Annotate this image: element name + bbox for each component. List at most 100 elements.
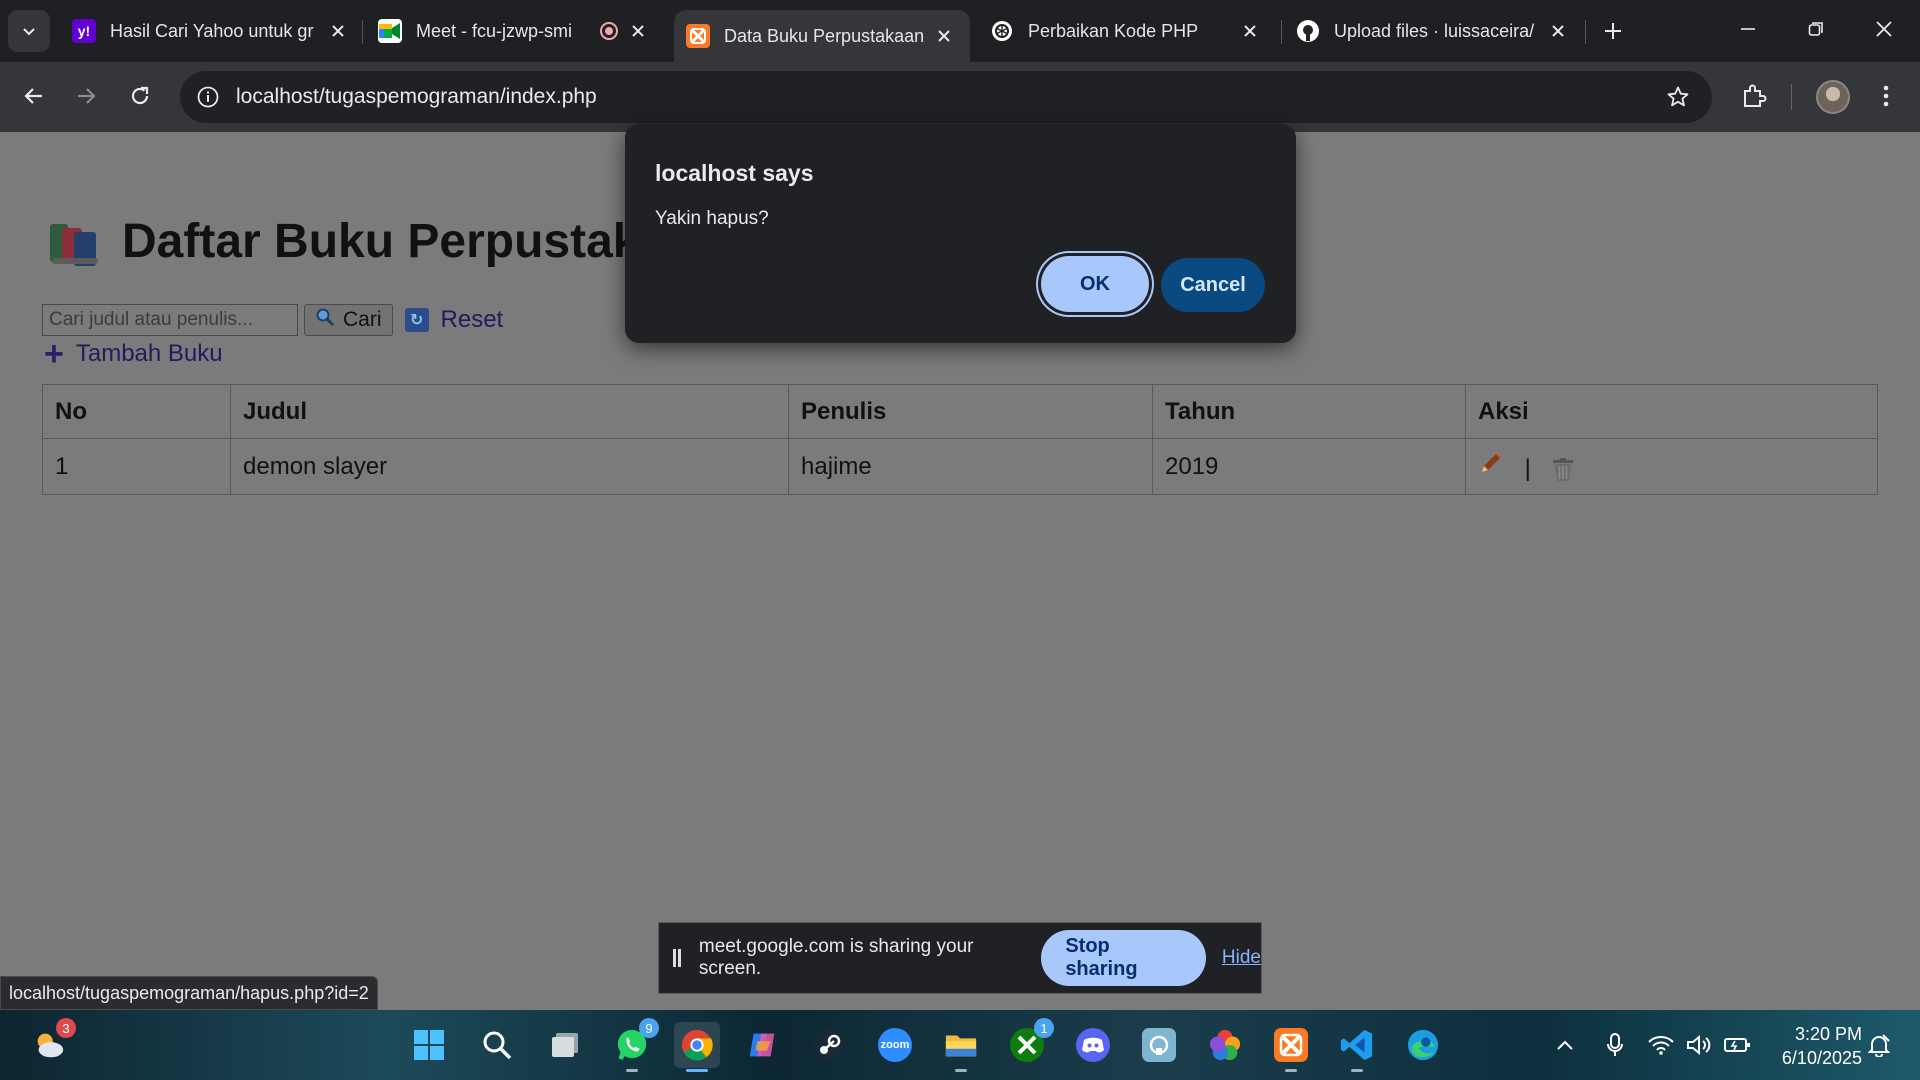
taskbar: 3 9 zoom 1 3:20 PM 6/10/2025 <box>0 1010 1920 1080</box>
battery-tray[interactable] <box>1722 1030 1752 1060</box>
close-tab-icon[interactable] <box>626 19 650 43</box>
xbox-badge: 1 <box>1034 1018 1054 1038</box>
bookmark-star-icon[interactable] <box>1664 83 1692 111</box>
chevron-up-icon <box>1557 1040 1573 1050</box>
site-info-icon[interactable] <box>194 83 222 111</box>
google-meet-icon <box>378 19 402 43</box>
share-message: meet.google.com is sharing your screen. <box>698 936 974 979</box>
chevron-down-icon <box>23 28 35 36</box>
speaker-icon <box>1687 1034 1711 1056</box>
restore-button[interactable] <box>1782 0 1850 58</box>
arrow-left-icon <box>24 88 42 104</box>
xampp-icon <box>1274 1028 1308 1062</box>
add-book-link[interactable]: + Tambah Buku <box>44 337 223 371</box>
table-header-row: No Judul Penulis Tahun Aksi <box>42 384 1878 439</box>
add-book-label: Tambah Buku <box>75 340 223 367</box>
search-button[interactable]: Cari <box>304 304 393 336</box>
tab-title: Hasil Cari Yahoo untuk gr <box>110 20 314 41</box>
tab-title: Meet - fcu-jzwp-smi <box>416 20 573 41</box>
discord-app[interactable] <box>1070 1022 1116 1068</box>
close-tab-icon[interactable] <box>932 24 956 48</box>
tab-title: Perbaikan Kode PHP <box>1028 20 1199 41</box>
chrome-app[interactable] <box>674 1022 720 1072</box>
tab-yahoo[interactable]: y! Hasil Cari Yahoo untuk gr <box>70 10 350 52</box>
microphone-icon <box>1607 1033 1623 1056</box>
zoom-app[interactable]: zoom <box>872 1022 918 1068</box>
search-input[interactable] <box>42 304 298 336</box>
vscode-app[interactable] <box>1334 1022 1380 1072</box>
weather-badge: 3 <box>56 1018 76 1038</box>
cell-judul: demon slayer <box>230 438 789 495</box>
minimize-button[interactable] <box>1714 0 1782 58</box>
wifi-icon <box>1648 1036 1674 1055</box>
bell-icon <box>1867 1034 1891 1057</box>
tab-search-button[interactable] <box>8 10 50 52</box>
extensions-button[interactable] <box>1736 78 1772 114</box>
new-tab-button[interactable] <box>1596 14 1630 48</box>
close-window-button[interactable] <box>1850 0 1918 58</box>
table-row: 1 demon slayer hajime 2019 | <box>42 438 1878 495</box>
discord-icon <box>1076 1028 1110 1062</box>
steam-app[interactable] <box>806 1022 852 1068</box>
photos-app[interactable] <box>1202 1022 1248 1068</box>
page-title-text: Daftar Buku Perpustak <box>122 215 640 268</box>
edge-app[interactable] <box>1400 1022 1446 1068</box>
close-tab-icon[interactable] <box>1238 19 1262 43</box>
wifi-tray[interactable] <box>1646 1030 1676 1060</box>
close-tab-icon[interactable] <box>1546 19 1570 43</box>
start-button[interactable] <box>406 1022 452 1068</box>
ok-button[interactable]: OK <box>1041 256 1149 312</box>
search-button-taskbar[interactable] <box>474 1022 520 1068</box>
copilot-icon <box>746 1028 780 1062</box>
copilot-app[interactable] <box>740 1022 786 1068</box>
clock-time: 3:20 PM <box>1794 1024 1862 1044</box>
hide-link[interactable]: Hide <box>1222 947 1261 969</box>
close-tab-icon[interactable] <box>326 19 350 43</box>
xampp-app[interactable] <box>1268 1022 1314 1072</box>
whatsapp-app[interactable]: 9 <box>609 1018 659 1072</box>
show-hidden-icons-button[interactable] <box>1550 1030 1580 1060</box>
address-bar[interactable]: localhost/tugaspemograman/index.php <box>180 71 1712 123</box>
xampp-icon <box>686 24 710 48</box>
tab-github[interactable]: Upload files · luissaceira/ <box>1296 10 1570 52</box>
browser-toolbar: localhost/tugaspemograman/index.php <box>0 62 1920 132</box>
arrow-right-icon <box>78 88 96 104</box>
tab-perbaikan[interactable]: Perbaikan Kode PHP <box>990 10 1262 52</box>
url-text: localhost/tugaspemograman/index.php <box>236 85 597 108</box>
drag-handle-icon[interactable] <box>673 949 681 967</box>
remote-desktop-app[interactable] <box>1136 1022 1182 1068</box>
dialog-title: localhost says <box>655 160 814 186</box>
system-clock[interactable]: 3:20 PM 6/10/2025 <box>1766 1022 1862 1070</box>
notifications-button[interactable] <box>1864 1030 1894 1060</box>
file-explorer-app[interactable] <box>938 1022 984 1072</box>
back-button[interactable] <box>14 76 54 116</box>
task-view-button[interactable] <box>542 1022 588 1068</box>
profile-avatar[interactable] <box>1816 80 1850 114</box>
reload-button[interactable] <box>120 76 160 116</box>
tab-data-buku[interactable]: Data Buku Perpustakaan <box>674 10 970 62</box>
cancel-button[interactable]: Cancel <box>1161 258 1265 312</box>
volume-tray[interactable] <box>1684 1030 1714 1060</box>
column-header-judul: Judul <box>230 384 789 439</box>
yahoo-icon: y! <box>72 19 96 43</box>
reset-label: Reset <box>440 306 504 333</box>
plus-icon <box>1605 23 1621 39</box>
xbox-app[interactable]: 1 <box>1004 1018 1054 1068</box>
zoom-label: zoom <box>880 1039 910 1051</box>
pencil-icon[interactable] <box>1478 450 1504 483</box>
close-icon <box>1876 21 1892 37</box>
forward-button[interactable] <box>66 76 106 116</box>
trash-icon[interactable] <box>1552 457 1574 482</box>
task-view-icon <box>548 1028 582 1062</box>
whatsapp-badge: 9 <box>639 1018 659 1038</box>
stop-sharing-button[interactable]: Stop sharing <box>1041 930 1206 986</box>
microphone-tray[interactable] <box>1600 1030 1630 1060</box>
cell-tahun: 2019 <box>1152 438 1466 495</box>
tab-meet[interactable]: Meet - fcu-jzwp-smi <box>378 10 650 52</box>
photos-icon <box>1208 1028 1242 1062</box>
weather-widget[interactable]: 3 <box>26 1018 76 1068</box>
reload-icon <box>131 86 149 105</box>
reset-link[interactable]: ↻ Reset <box>404 306 504 334</box>
browser-menu-button[interactable] <box>1868 78 1904 114</box>
tab-title: Data Buku Perpustakaan <box>724 25 924 46</box>
